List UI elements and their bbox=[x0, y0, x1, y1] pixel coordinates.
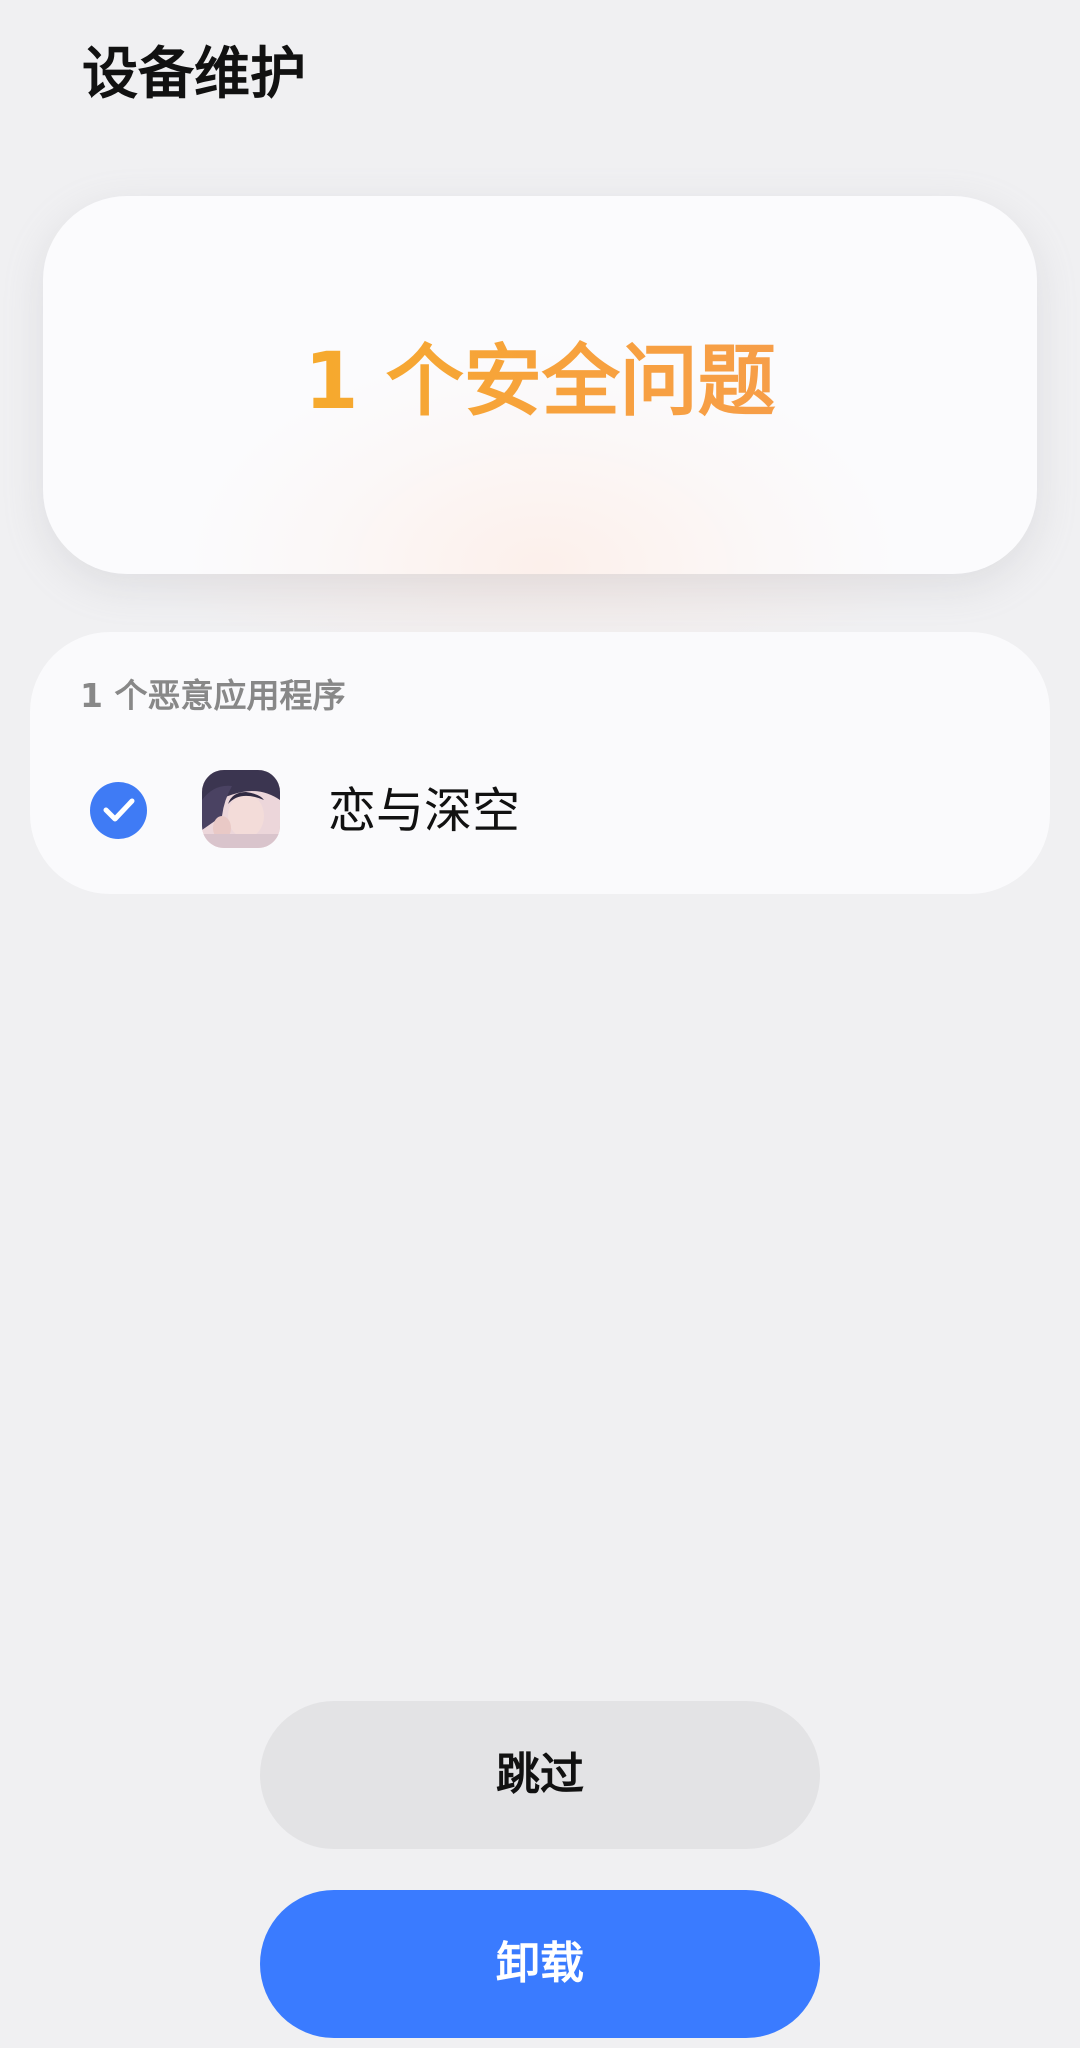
app-name: 恋与深空 bbox=[328, 783, 521, 839]
checkmark-icon bbox=[103, 798, 135, 822]
page-title: 设备维护 bbox=[82, 42, 306, 107]
app-checkbox[interactable] bbox=[90, 782, 147, 839]
device-maintenance-screen: 设备维护 1 个安全问题 1 个恶意应用程序 恋与深空 跳过 卸载 bbox=[0, 0, 1080, 2048]
skip-button[interactable]: 跳过 bbox=[260, 1701, 820, 1849]
uninstall-button[interactable]: 卸载 bbox=[260, 1890, 820, 2038]
malicious-apps-card: 1 个恶意应用程序 恋与深空 bbox=[30, 632, 1050, 894]
app-icon bbox=[202, 770, 280, 848]
section-header: 1 个恶意应用程序 bbox=[80, 676, 346, 715]
security-summary-card: 1 个安全问题 bbox=[43, 196, 1037, 574]
list-item[interactable]: 恋与深空 bbox=[30, 752, 1050, 868]
security-issue-count: 1 个安全问题 bbox=[43, 332, 1037, 432]
